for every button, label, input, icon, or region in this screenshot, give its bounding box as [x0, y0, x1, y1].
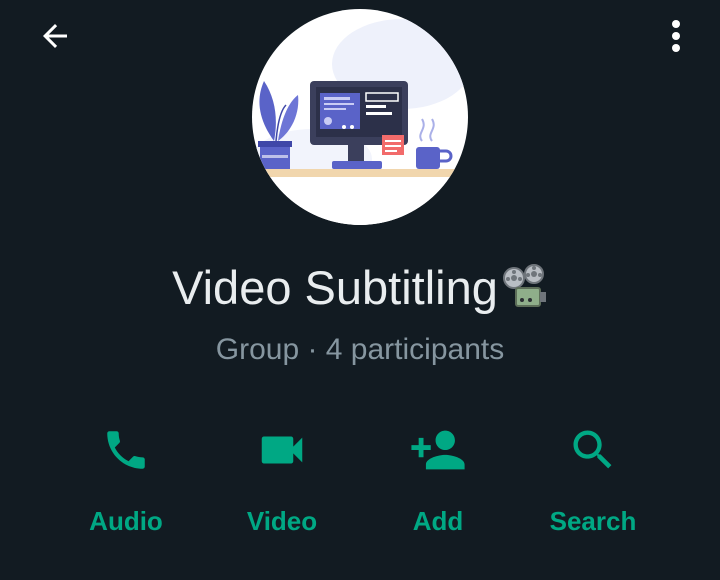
- add-participant-label: Add: [412, 506, 464, 536]
- video-call-button[interactable]: Video: [207, 410, 357, 550]
- more-vertical-icon: [670, 18, 682, 59]
- back-button[interactable]: [30, 14, 80, 62]
- group-avatar[interactable]: [252, 9, 468, 225]
- audio-call-label: Audio: [89, 506, 163, 536]
- group-name-text: Video Subtitling: [172, 261, 498, 314]
- video-camera-icon: [207, 422, 357, 478]
- action-bar: Audio Video Add Search: [0, 410, 720, 550]
- search-button[interactable]: Search: [518, 410, 668, 550]
- more-options-button[interactable]: [654, 14, 698, 62]
- film-projector-icon: [500, 264, 548, 324]
- arrow-left-icon: [37, 18, 73, 59]
- video-call-label: Video: [246, 506, 318, 536]
- workspace-illustration: [252, 19, 468, 225]
- group-subtitle: Group · 4 participants: [215, 333, 505, 366]
- add-person-icon: [363, 422, 513, 478]
- add-participant-button[interactable]: Add: [363, 410, 513, 550]
- group-name[interactable]: Video Subtitling: [0, 258, 720, 324]
- phone-icon: [51, 422, 201, 478]
- search-icon: [518, 422, 668, 478]
- search-label: Search: [549, 506, 637, 536]
- audio-call-button[interactable]: Audio: [51, 410, 201, 550]
